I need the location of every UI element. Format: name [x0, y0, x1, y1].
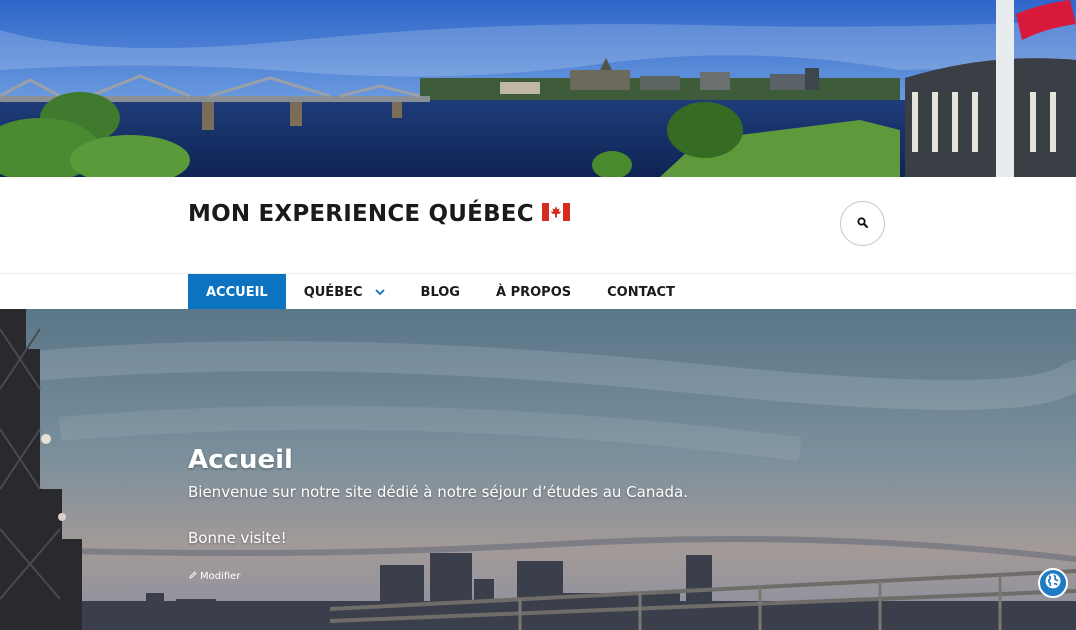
welcome-text: Bienvenue sur notre site dédié à notre s… — [188, 483, 689, 501]
nav-item-a-propos[interactable]: À PROPOS — [478, 274, 589, 310]
nav-item-label: CONTACT — [607, 284, 675, 300]
canada-flag-icon — [541, 201, 570, 227]
search-icon — [857, 215, 868, 233]
edit-link-label[interactable]: Modifier — [200, 571, 240, 582]
language-globe-button[interactable] — [1038, 568, 1068, 598]
hero-background-image — [0, 309, 1076, 630]
nav-item-label: ACCUEIL — [206, 284, 268, 300]
nav-item-contact[interactable]: CONTACT — [589, 274, 693, 310]
pencil-icon — [189, 571, 197, 582]
chevron-down-icon[interactable] — [374, 288, 385, 296]
greeting-text: Bonne visite! — [188, 529, 287, 547]
nav-item-label: QUÉBEC — [303, 284, 363, 300]
main-navigation: ACCUEIL QUÉBEC BLOG À PROPOS CONTACT — [0, 273, 1076, 310]
nav-item-label: À PROPOS — [495, 284, 572, 300]
site-title[interactable]: MON EXPERIENCE QUÉBEC — [188, 201, 570, 227]
globe-icon — [1044, 572, 1062, 595]
site-title-text[interactable]: MON EXPERIENCE QUÉBEC — [188, 201, 534, 227]
site-branding: MON EXPERIENCE QUÉBEC — [0, 177, 1076, 274]
nav-item-label: BLOG — [420, 284, 460, 300]
edit-link[interactable]: Modifier — [189, 571, 240, 582]
nav-item-blog[interactable]: BLOG — [403, 274, 478, 310]
nav-item-quebec[interactable]: QUÉBEC — [286, 274, 403, 310]
nav-item-accueil[interactable]: ACCUEIL — [188, 274, 286, 310]
hero-section: Accueil Bienvenue sur notre site dédié à… — [0, 309, 1076, 630]
page-title: Accueil — [188, 445, 293, 475]
search-button[interactable] — [840, 201, 885, 246]
header-banner-image — [0, 0, 1076, 177]
